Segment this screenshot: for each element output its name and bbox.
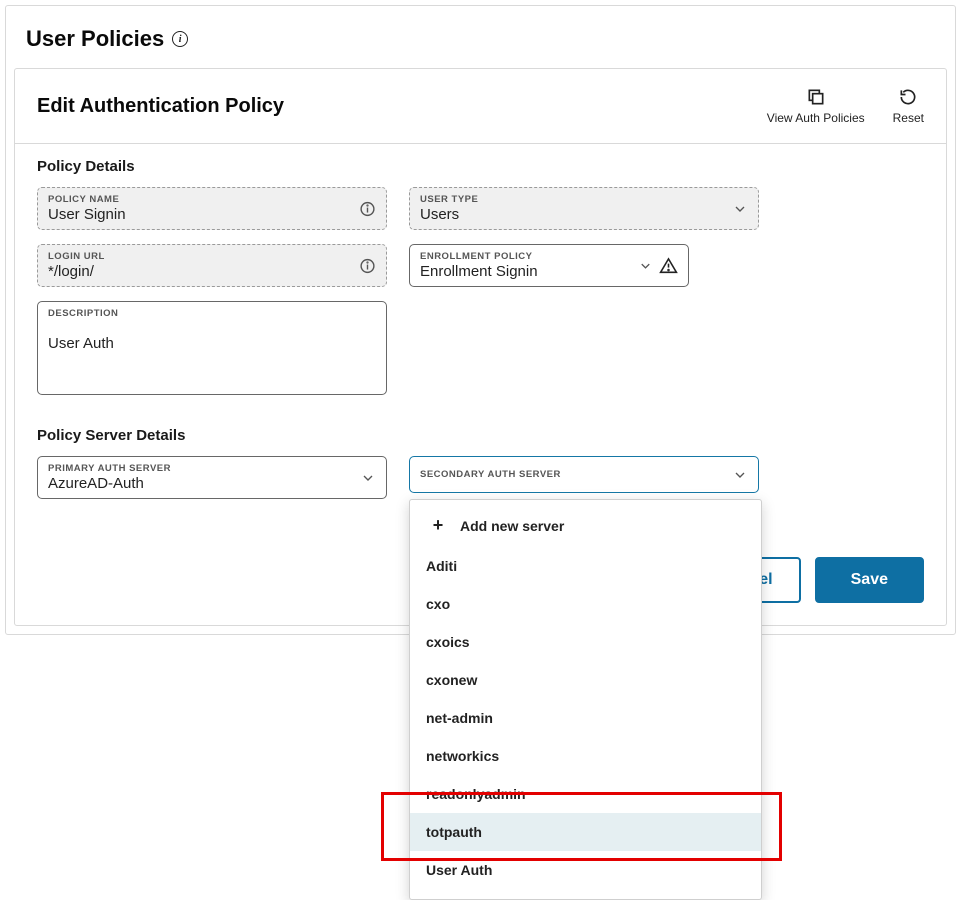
secondary-auth-dropdown: + Add new server Aditicxocxoicscxonewnet… — [409, 499, 762, 900]
page-container: User Policies i Edit Authentication Poli… — [5, 5, 956, 635]
description-field[interactable]: DESCRIPTION User Auth — [37, 301, 387, 395]
policy-details-section: Policy Details POLICY NAME User Signin U… — [15, 144, 946, 413]
save-button[interactable]: Save — [815, 557, 924, 603]
secondary-auth-label: SECONDARY AUTH SERVER — [420, 469, 748, 480]
panel-header: Edit Authentication Policy View Auth Pol… — [15, 69, 946, 144]
view-auth-policies-button[interactable]: View Auth Policies — [767, 87, 865, 125]
edit-panel: Edit Authentication Policy View Auth Pol… — [14, 68, 947, 626]
info-icon[interactable] — [359, 200, 376, 217]
policy-name-label: POLICY NAME — [48, 194, 376, 205]
policy-server-section: Policy Server Details PRIMARY AUTH SERVE… — [15, 413, 946, 517]
user-type-field: USER TYPE Users — [409, 187, 759, 230]
chevron-down-icon — [360, 470, 376, 486]
description-value: User Auth — [48, 335, 376, 352]
reset-label: Reset — [893, 111, 924, 125]
dropdown-option[interactable]: cxo — [410, 585, 761, 623]
plus-icon: + — [426, 515, 450, 536]
page-title: User Policies — [26, 26, 164, 52]
policy-details-title: Policy Details — [37, 158, 924, 175]
page-header: User Policies i — [6, 6, 955, 68]
login-url-label: LOGIN URL — [48, 251, 376, 262]
row-3: DESCRIPTION User Auth — [37, 301, 924, 395]
policy-name-value: User Signin — [48, 206, 376, 223]
dropdown-option[interactable]: cxoics — [410, 623, 761, 661]
dropdown-option[interactable]: Aditi — [410, 547, 761, 585]
panel-actions: View Auth Policies Reset — [767, 87, 924, 125]
row-2: LOGIN URL */login/ ENROLLMENT POLICY Enr… — [37, 244, 924, 287]
dropdown-option[interactable]: totpauth — [410, 813, 761, 851]
dropdown-option[interactable]: User Auth — [410, 851, 761, 889]
panel-title: Edit Authentication Policy — [37, 95, 284, 118]
secondary-wrap: SECONDARY AUTH SERVER + Add new server A… — [409, 456, 759, 499]
user-type-label: USER TYPE — [420, 194, 748, 205]
secondary-auth-server-field[interactable]: SECONDARY AUTH SERVER — [409, 456, 759, 493]
add-new-label: Add new server — [460, 518, 564, 534]
server-row: PRIMARY AUTH SERVER AzureAD-Auth SECONDA… — [37, 456, 924, 499]
policy-server-title: Policy Server Details — [37, 427, 924, 444]
info-icon[interactable]: i — [172, 31, 188, 47]
dropdown-option[interactable]: networkics — [410, 737, 761, 775]
dropdown-option[interactable]: cxonew — [410, 661, 761, 699]
user-type-value: Users — [420, 206, 748, 223]
primary-auth-label: PRIMARY AUTH SERVER — [48, 463, 376, 474]
description-label: DESCRIPTION — [48, 308, 376, 319]
view-auth-label: View Auth Policies — [767, 111, 865, 125]
chevron-down-icon — [732, 201, 748, 217]
login-url-field: LOGIN URL */login/ — [37, 244, 387, 287]
dropdown-option[interactable]: net-admin — [410, 699, 761, 737]
dropdown-option[interactable]: readonlyadmin — [410, 775, 761, 813]
reset-button[interactable]: Reset — [893, 87, 924, 125]
stack-icon — [806, 87, 826, 107]
add-new-server-option[interactable]: + Add new server — [410, 504, 761, 547]
chevron-down-icon — [732, 467, 748, 483]
reset-icon — [898, 87, 918, 107]
enrollment-policy-field[interactable]: ENROLLMENT POLICY Enrollment Signin — [409, 244, 689, 287]
primary-auth-server-field[interactable]: PRIMARY AUTH SERVER AzureAD-Auth — [37, 456, 387, 499]
enrollment-icons — [638, 256, 678, 275]
primary-auth-value: AzureAD-Auth — [48, 475, 376, 492]
login-url-value: */login/ — [48, 263, 376, 280]
policy-name-field: POLICY NAME User Signin — [37, 187, 387, 230]
info-icon[interactable] — [359, 257, 376, 274]
row-1: POLICY NAME User Signin USER TYPE Users — [37, 187, 924, 230]
